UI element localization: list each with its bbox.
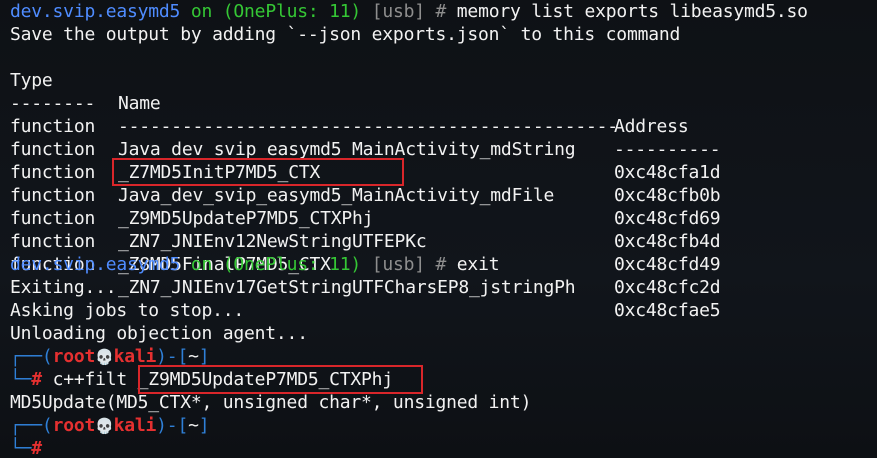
prompt-hash: # [31,438,42,458]
row-address: 0xc48cfae5 [614,300,721,321]
prompt-end: ] [198,346,210,367]
prompt-on: on [190,1,213,22]
shell-command: c++filt [52,369,128,390]
prompt-corner: └─ [10,369,32,390]
table-row: function Java_dev_svip_easymd5_MainActiv… [10,92,870,183]
table-separator: -------- -------------------------------… [10,69,870,160]
prompt-device: (OnePlus: 11) [222,1,362,22]
terminal-window[interactable]: dev.svip.easymd5 on (OnePlus: 11) [usb] … [0,0,877,458]
prompt-on: on [190,254,213,275]
prompt-context: dev.svip.easymd5 [10,1,181,22]
prompt-transport: [usb] [371,254,425,275]
demangled-output: MD5Update(MD5_CTX*, unsigned char*, unsi… [10,392,532,413]
prompt-close: )-[ [156,415,189,436]
skull-icon: 💀 [95,417,114,435]
highlight-box-symbol [112,158,404,186]
prompt-context: dev.svip.easymd5 [10,254,181,275]
output-line: Exiting... [10,277,117,298]
row-address: 0xc48cfd49 [614,254,721,275]
save-hint: Save the output by adding `--json export… [10,24,681,45]
prompt-dir: ~ [188,415,199,436]
skull-icon: 💀 [95,348,114,366]
table-row: function _Z7MD5InitP7MD5_CTX 0xc48cfb0b [10,115,870,206]
prompt-end: ] [198,415,210,436]
table-row: function _ZN7_JNIEnv17GetStringUTFCharsE… [10,230,870,321]
prompt-corner: └─ [10,438,32,458]
prompt-hash: # [435,254,447,275]
table-row: function _ZN7_JNIEnv12NewStringUTFEPKc 0… [10,184,870,275]
prompt-device: (OnePlus: 11) [222,254,362,275]
prompt-command: memory list exports libeasymd5.so [456,1,808,22]
highlight-box-argument [138,365,423,394]
kali-prompt-command-line[interactable]: └─# [10,437,42,458]
row-name: _ZN7_JNIEnv17GetStringUTFCharsEP8_jstrin… [118,277,576,298]
prompt-transport: [usb] [371,1,425,22]
prompt-open: ┌──( [10,415,53,436]
prompt-user: root [52,346,96,367]
prompt-open: ┌──( [10,346,53,367]
objection-exit-prompt-line: dev.svip.easymd5 on (OnePlus: 11) [usb] … [10,253,500,276]
prompt-hash: # [31,369,42,390]
output-line: Asking jobs to stop... [10,300,245,321]
kali-prompt-top: ┌──(root💀kali)-[~] [10,414,210,437]
prompt-user: root [52,415,96,436]
objection-prompt-line: dev.svip.easymd5 on (OnePlus: 11) [usb] … [10,0,808,23]
output-line: Unloading objection agent... [10,323,308,344]
prompt-host: kali [113,415,157,436]
row-address: 0xc48cfc2d [614,277,721,298]
prompt-host: kali [113,346,157,367]
table-header: Type Name Address [10,46,870,137]
prompt-hash: # [435,1,447,22]
prompt-close: )-[ [156,346,189,367]
table-row: function _Z8MD5FinalP7MD5_CTX 0xc48cfc2d [10,207,870,298]
prompt-command: exit [456,254,500,275]
prompt-dir: ~ [188,346,199,367]
